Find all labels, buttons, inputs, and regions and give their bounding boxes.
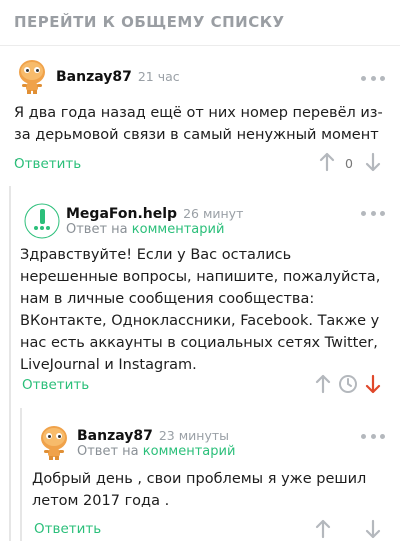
reply-button[interactable]: Ответить [34, 521, 101, 537]
pending-vote [338, 374, 358, 398]
author-name[interactable]: Banzay87 [77, 428, 153, 444]
comment-time: 26 минут [183, 206, 244, 221]
avatar[interactable] [14, 58, 50, 94]
reply-button[interactable]: Ответить [14, 156, 81, 172]
arrow-down-icon [365, 374, 381, 394]
comment-header: Banzay87 21 час [56, 66, 180, 85]
avatar-icon [19, 60, 45, 94]
upvote-button[interactable] [314, 374, 332, 398]
author-name[interactable]: MegaFon.help [66, 206, 177, 222]
comment-header: Banzay87 23 минуты [77, 425, 229, 444]
avatar[interactable] [24, 203, 60, 239]
reply-to-link[interactable]: комментарий [132, 222, 225, 237]
comment-header: MegaFon.help 26 минут [66, 203, 243, 222]
thread-line [20, 408, 22, 541]
dot-icon [380, 433, 385, 439]
arrow-up-icon [315, 374, 331, 394]
comment-3: Banzay87 23 минуты Ответ на комментарий Д… [24, 408, 400, 541]
comment-1: Banzay87 21 час Я два года назад ещё от н… [0, 46, 400, 186]
avatar-icon [41, 426, 67, 460]
reply-prefix: Ответ на [77, 444, 139, 459]
dot-icon [361, 210, 366, 216]
dot-icon [361, 75, 366, 81]
downvote-button[interactable] [364, 374, 382, 398]
more-options-button[interactable] [361, 209, 385, 217]
upvote-button[interactable] [314, 519, 332, 543]
avatar[interactable] [36, 424, 72, 460]
arrow-down-icon [365, 152, 381, 172]
vote-score: 0 [345, 156, 353, 171]
comment-text: Здравствуйте! Если у Вас остались нереше… [20, 247, 381, 373]
author-name[interactable]: Banzay87 [56, 69, 132, 85]
dot-icon [361, 433, 366, 439]
reply-button[interactable]: Ответить [22, 377, 89, 393]
dot-icon [370, 433, 376, 439]
reply-to: Ответ на комментарий [77, 444, 235, 459]
comment-time: 21 час [137, 69, 180, 84]
downvote-button[interactable] [364, 152, 382, 176]
arrow-up-icon [315, 519, 331, 539]
comment-text: Добрый день , свои проблемы я уже решил … [32, 471, 367, 509]
dot-icon [380, 210, 385, 216]
reply-to-link[interactable]: комментарий [143, 444, 236, 459]
reply-prefix: Ответ на [66, 222, 128, 237]
clock-icon [339, 375, 357, 393]
arrow-down-icon [365, 519, 381, 539]
reply-to: Ответ на комментарий [66, 222, 224, 237]
more-options-button[interactable] [361, 74, 385, 82]
comment-time: 23 минуты [158, 428, 230, 443]
upvote-button[interactable] [318, 152, 336, 176]
megafon-logo-icon [24, 203, 60, 239]
dot-icon [370, 75, 376, 81]
comment-2: MegaFon.help 26 минут Ответ на комментари… [12, 186, 400, 408]
thread-line [9, 186, 11, 541]
arrow-up-icon [319, 152, 335, 172]
back-to-list-link[interactable]: ПЕРЕЙТИ К ОБЩЕМУ СПИСКУ [14, 13, 285, 31]
dot-icon [380, 75, 385, 81]
downvote-button[interactable] [364, 519, 382, 543]
more-options-button[interactable] [361, 432, 385, 440]
dot-icon [370, 210, 376, 216]
